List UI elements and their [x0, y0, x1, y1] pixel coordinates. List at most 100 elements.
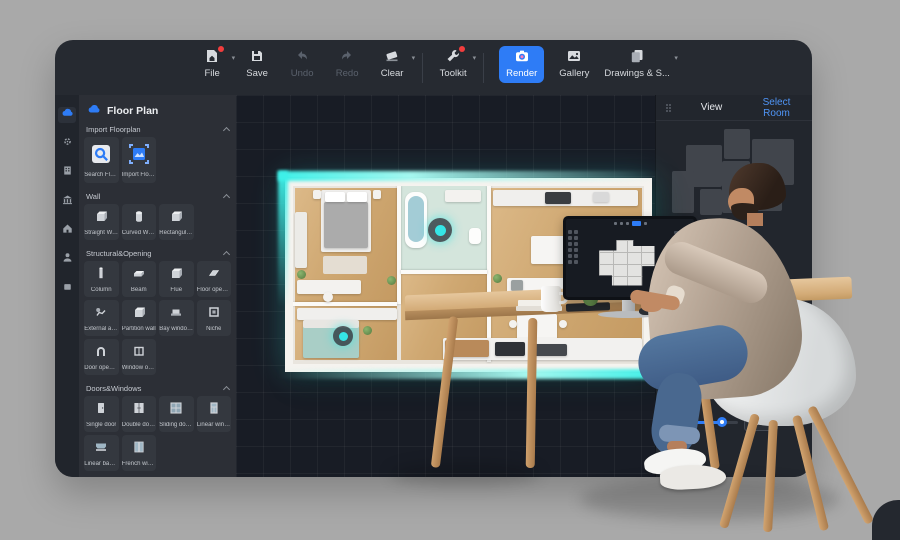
- bay-window-icon: [93, 439, 109, 460]
- tool-tile[interactable]: Single door: [84, 396, 119, 432]
- notification-dot: [218, 46, 224, 52]
- tool-tile[interactable]: Beam: [122, 261, 157, 297]
- tool-tile-label: Import Floorplan: [122, 172, 156, 178]
- section-header[interactable]: Doors&Windows: [84, 381, 231, 396]
- toolbar-label: Redo: [336, 68, 359, 79]
- section-grid: Search Floor PlanImport Floorplan: [84, 137, 231, 183]
- building-icon: [61, 164, 74, 182]
- chevron-up-icon: [223, 386, 230, 393]
- person-hand: [641, 299, 662, 312]
- tool-tile-label: Linear bay win...: [84, 461, 118, 467]
- toolbar-icon-wrap: [444, 49, 462, 67]
- niche-icon: [206, 304, 222, 325]
- toolbar-label: Undo: [291, 68, 314, 79]
- cube-icon: [168, 208, 184, 229]
- tool-tile[interactable]: Partition wall: [122, 300, 157, 336]
- section-header[interactable]: Structural&Opening: [84, 246, 231, 261]
- beam-icon: [131, 265, 147, 286]
- tool-tile[interactable]: Floor opening: [197, 261, 232, 297]
- tool-tile[interactable]: External area: [84, 300, 119, 336]
- tool-tile-label: Column: [91, 287, 112, 293]
- toolbar-icon-wrap: [248, 49, 266, 67]
- bay-sill-icon: [168, 304, 184, 325]
- toolbar-clear-button[interactable]: Clear▾: [377, 49, 407, 79]
- toolbar-toolkit-button[interactable]: Toolkit▾: [438, 49, 468, 79]
- tool-tile[interactable]: Curved Wall(C): [122, 204, 157, 240]
- toolbar-icon-wrap: [565, 49, 583, 67]
- tab-view[interactable]: View: [686, 102, 737, 113]
- toolbar-render-button[interactable]: Render: [499, 46, 544, 83]
- tool-tile-label: French window: [122, 461, 156, 467]
- tool-tile[interactable]: Door opening: [84, 339, 119, 375]
- rail-building[interactable]: [58, 165, 76, 181]
- gallery-icon: [566, 48, 582, 69]
- tool-tile[interactable]: Column: [84, 261, 119, 297]
- chevron-up-icon: [223, 194, 230, 201]
- tool-tile[interactable]: Import Floorplan: [122, 137, 157, 183]
- toolbar-label: Drawings & S...: [604, 68, 669, 79]
- bank-icon: [61, 193, 74, 211]
- tool-tile[interactable]: Double doors: [122, 396, 157, 432]
- toolbar-redo-button[interactable]: Redo: [332, 49, 362, 79]
- opacity-slider-handle[interactable]: [717, 417, 727, 427]
- room-marker[interactable]: [333, 326, 353, 346]
- tool-tile-label: Partition wall: [122, 326, 156, 332]
- toolbar-drawings-button[interactable]: Drawings & S...▾: [604, 49, 669, 79]
- mini-floorplan: [599, 240, 655, 286]
- tool-tile[interactable]: Linear window: [197, 396, 232, 432]
- rail-box[interactable]: [58, 281, 76, 297]
- drag-handle-icon[interactable]: [666, 104, 672, 112]
- tool-tile[interactable]: Flue: [159, 261, 194, 297]
- toolbar-label: Clear: [381, 68, 404, 79]
- rail-cloud[interactable]: [58, 107, 76, 123]
- rail-bank[interactable]: [58, 194, 76, 210]
- tool-tile-label: Curved Wall(C): [122, 230, 156, 236]
- minimap-room[interactable]: [700, 189, 722, 215]
- docs-icon: [629, 48, 645, 69]
- area-icon: [93, 304, 109, 325]
- chevron-down-icon: ▾: [232, 54, 236, 62]
- toolbar-save-button[interactable]: Save: [242, 49, 272, 79]
- box-icon: [61, 280, 74, 298]
- chevron-down-icon: ▾: [473, 54, 477, 62]
- tool-tile[interactable]: Linear bay win...: [84, 435, 119, 471]
- rail-house[interactable]: [58, 223, 76, 239]
- cube-icon: [93, 208, 109, 229]
- cloud-icon: [87, 102, 101, 121]
- tool-tile[interactable]: Straight Wall(S): [84, 204, 119, 240]
- toolbar-icon-wrap: [338, 49, 356, 67]
- minimap-room[interactable]: [724, 129, 750, 159]
- rail-person[interactable]: [58, 252, 76, 268]
- tool-tile[interactable]: Sliding doors: [159, 396, 194, 432]
- tool-tile-label: Niche: [206, 326, 221, 332]
- tool-tile-label: Straight Wall(S): [84, 230, 118, 236]
- tool-tile[interactable]: Bay window sill: [159, 300, 194, 336]
- cylinder-icon: [131, 208, 147, 229]
- slab-icon: [206, 265, 222, 286]
- tool-tile[interactable]: French window: [122, 435, 157, 471]
- page: File▾SaveUndoRedoClear▾Toolkit▾RenderGal…: [0, 0, 900, 540]
- tool-tile[interactable]: Window opening: [122, 339, 157, 375]
- toolbar-undo-button[interactable]: Undo: [287, 49, 317, 79]
- tool-tile-label: Single door: [86, 422, 116, 428]
- toolbar-file-button[interactable]: File▾: [197, 49, 227, 79]
- section-header[interactable]: Import Floorplan: [84, 122, 231, 137]
- tool-tile[interactable]: Search Floor Plan: [84, 137, 119, 183]
- chevron-up-icon: [223, 127, 230, 134]
- rail-gear[interactable]: [58, 136, 76, 152]
- column-icon: [93, 265, 109, 286]
- cube-icon: [131, 304, 147, 325]
- tab-select-room[interactable]: Select Room: [751, 97, 802, 119]
- camera-icon: [514, 48, 530, 69]
- section-header[interactable]: Wall: [84, 189, 231, 204]
- minimap-room[interactable]: [672, 171, 694, 213]
- french-window-icon: [131, 439, 147, 460]
- single-door-icon: [93, 400, 109, 421]
- tool-tile[interactable]: Niche: [197, 300, 232, 336]
- category-rail: [55, 95, 79, 477]
- toolbar-gallery-button[interactable]: Gallery: [559, 49, 589, 79]
- section-title: Structural&Opening: [86, 249, 151, 258]
- room-marker[interactable]: [428, 218, 452, 242]
- toolbar-divider: [483, 53, 484, 83]
- tool-tile[interactable]: Rectangular Wal...: [159, 204, 194, 240]
